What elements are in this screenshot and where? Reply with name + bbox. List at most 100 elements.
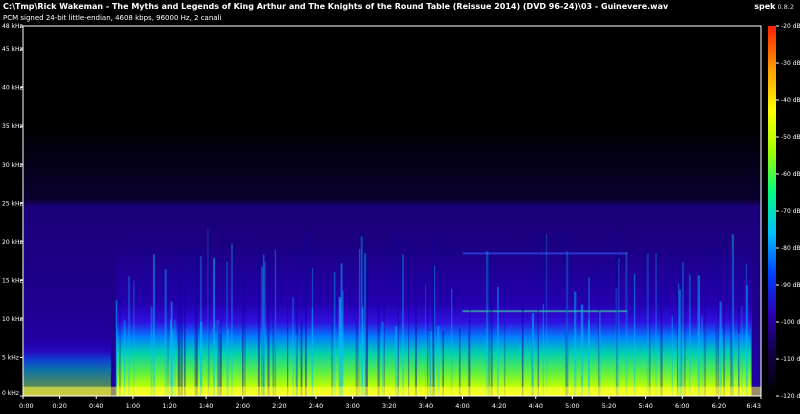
spectral-streak: [153, 254, 155, 396]
spectral-streak: [730, 248, 733, 396]
spectral-streak: [427, 273, 429, 396]
spectral-streak: [616, 227, 618, 396]
freq-tick-label: 10 kHz: [2, 316, 23, 323]
spectral-streak: [180, 285, 183, 396]
freq-tick-label: 40 kHz: [2, 85, 23, 92]
time-tick-label: 5:00: [565, 402, 580, 410]
time-tick-label: 4:20: [492, 402, 507, 410]
time-tick-label: 4:00: [455, 402, 470, 410]
db-scale-axis: -20 dB -30 dB -40 dB -50 dB -60 dB -70 dB -80 …: [776, 23, 800, 400]
spectral-streak: [485, 251, 489, 396]
spectral-streak: [226, 261, 228, 396]
spectral-streak: [200, 321, 203, 396]
spectral-streak: [195, 255, 198, 396]
db-tick-label: -30 dB: [781, 60, 800, 67]
spectral-streak: [682, 261, 684, 396]
spectrogram-image: [23, 126, 761, 396]
spectral-streak: [311, 267, 314, 396]
spectral-streak: [220, 318, 222, 396]
spectral-streak: [407, 240, 410, 396]
spectral-streak: [377, 300, 380, 396]
spectral-streak: [566, 251, 569, 396]
db-tick-label: -40 dB: [781, 97, 800, 104]
spectral-streak: [688, 274, 691, 396]
spectral-streak: [677, 283, 680, 396]
spectral-streak: [414, 276, 417, 396]
spectral-streak: [216, 319, 219, 396]
spectral-streak: [361, 307, 364, 396]
spectral-streak: [655, 253, 658, 396]
spectral-streak: [364, 253, 367, 396]
spectral-streak: [397, 231, 399, 396]
spectral-streak: [167, 326, 169, 396]
spectral-streak: [133, 280, 135, 396]
spectral-streak: [442, 330, 444, 396]
spectral-streak: [341, 290, 344, 396]
spectral-streak: [184, 282, 186, 396]
freq-tick-label: 35 kHz: [2, 123, 23, 130]
db-tick-label: -80 dB: [781, 245, 800, 252]
spectral-streak: [684, 272, 686, 396]
spectral-streak: [458, 328, 461, 396]
time-tick-label: 1:40: [199, 402, 214, 410]
spectral-streak: [434, 266, 436, 396]
spectral-streak: [429, 331, 432, 396]
spectral-streak: [545, 234, 548, 396]
time-axis: 0:00 0:20 0:40 1:00 1:20 1:40 2:00 2:20 2:40 3:00…: [19, 396, 762, 410]
frequency-axis: 0 kHz 5 kHz 10 kHz 15 kHz 20 kHz 25 kHz 30 kHz…: [2, 23, 23, 397]
spectral-streak: [425, 284, 427, 396]
freq-tick-label: 48 kHz: [2, 23, 23, 30]
spectral-streak: [750, 332, 752, 396]
db-tick-label: -20 dB: [781, 23, 800, 30]
spectral-streak: [676, 256, 678, 396]
spectral-streak: [574, 291, 577, 396]
spectral-streak: [272, 282, 274, 396]
spectral-streak: [701, 316, 703, 396]
db-tick-label: -50 dB: [781, 134, 800, 141]
freq-tick-label: 25 kHz: [2, 200, 23, 207]
spectrogram-chart: 0 kHz 5 kHz 10 kHz 15 kHz 20 kHz 25 kHz 30 kHz…: [2, 23, 800, 410]
spectral-streak: [244, 267, 246, 396]
spectral-streak: [542, 304, 544, 396]
freq-tick-label: 15 kHz: [2, 277, 23, 284]
spectral-streak: [521, 305, 524, 396]
bass-energy: [23, 386, 761, 396]
spectral-streak: [719, 301, 722, 396]
time-tick-label: 3:40: [419, 402, 434, 410]
spectral-streak: [697, 275, 701, 396]
spectral-streak: [717, 247, 720, 396]
spectral-streak: [745, 263, 748, 396]
spectral-streak: [588, 277, 590, 396]
spectral-streak: [231, 243, 233, 396]
time-tick-label: 1:20: [162, 402, 177, 410]
db-colorbar: [768, 26, 776, 396]
spectral-streak: [395, 326, 398, 396]
time-tick-label: 0:40: [89, 402, 104, 410]
time-tick-label: 6:20: [712, 402, 727, 410]
intro-region: [23, 303, 111, 396]
spectral-streak: [115, 300, 118, 396]
time-tick-label: 1:00: [126, 402, 141, 410]
spectral-streak: [490, 297, 493, 396]
spectral-streak: [242, 277, 244, 396]
spectral-streak: [625, 251, 628, 396]
time-tick-label: 5:20: [602, 402, 617, 410]
time-tick-label: 2:20: [272, 402, 287, 410]
spectral-streak: [174, 319, 176, 396]
spectral-streak: [648, 285, 651, 396]
spectral-streak: [170, 301, 173, 396]
time-tick-label: 2:40: [309, 402, 324, 410]
spectral-streak: [679, 289, 681, 396]
spectral-streak: [599, 311, 601, 396]
spectral-streak: [264, 261, 266, 396]
time-tick-label: 2:00: [235, 402, 250, 410]
freq-tick-label: 30 kHz: [2, 162, 23, 169]
spectral-streak: [366, 244, 368, 396]
spectral-streak: [723, 299, 725, 396]
time-tick-label: 0:00: [19, 402, 34, 410]
spectral-streak: [164, 269, 167, 396]
spectral-streak: [333, 271, 336, 396]
db-tick-label: -90 dB: [781, 282, 800, 289]
spectral-streak: [537, 235, 539, 396]
spectral-streak: [331, 323, 334, 396]
